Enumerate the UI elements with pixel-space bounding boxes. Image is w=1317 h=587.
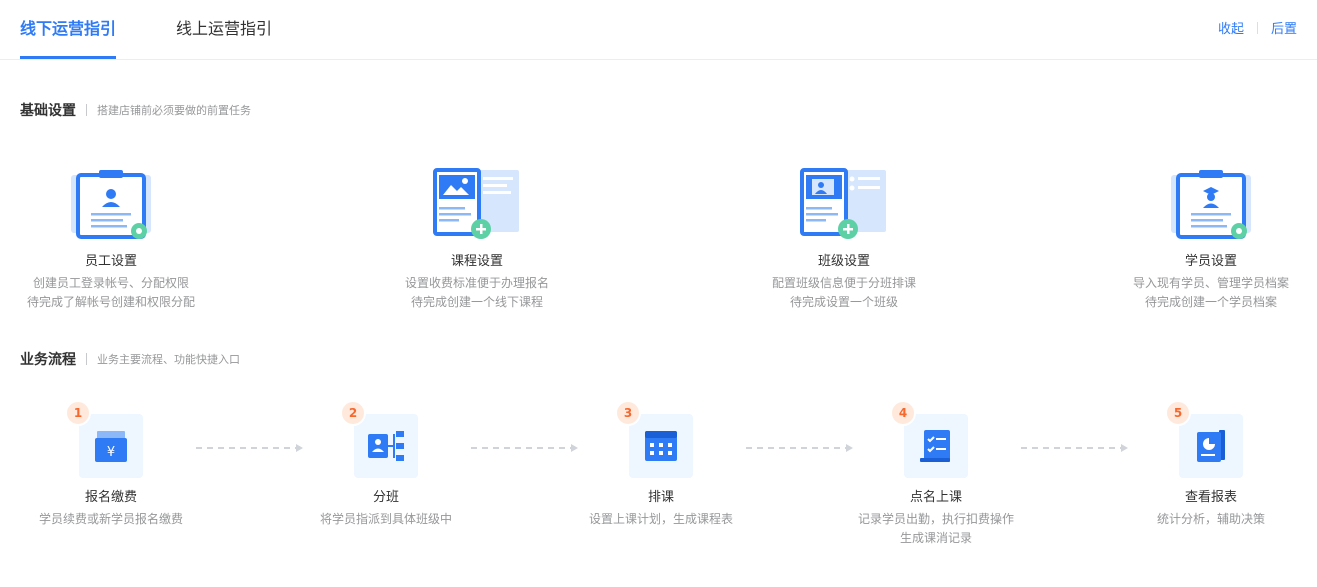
active-tab-indicator [20,56,116,59]
setup-card-staff[interactable]: 员工设置 创建员工登录帐号、分配权限 待完成了解帐号创建和权限分配 [0,165,241,312]
setup-card-class[interactable]: 班级设置 配置班级信息便于分班排课 待完成设置一个班级 [714,165,974,312]
card-title: 班级设置 [817,254,870,269]
card-title: 学员设置 [1184,254,1237,269]
course-image-icon [427,165,527,241]
step-desc-line2: 生成课消记录 [899,531,972,545]
business-flow-header: 业务流程 业务主要流程、功能快捷入口 [20,349,240,369]
top-actions: 收起 后置 [1218,18,1297,37]
step-number: 3 [615,400,641,426]
flow-step-enroll-pay[interactable]: 1 ¥ 报名缴费 学员续费或新学员报名缴费 [0,400,241,529]
section-title: 业务流程 [20,352,76,368]
step-title: 排课 [647,490,674,505]
assign-class-icon: 2 [340,400,418,478]
basic-setup-header: 基础设置 搭建店铺前必须要做的前置任务 [20,100,251,120]
step-title: 点名上课 [909,490,962,505]
card-desc: 创建员工登录帐号、分配权限 [32,276,189,290]
section-desc: 业务主要流程、功能快捷入口 [97,353,240,366]
staff-clipboard-icon [61,165,161,241]
card-status: 待完成了解帐号创建和权限分配 [26,295,195,309]
flow-step-schedule[interactable]: 3 排课 设置上课计划，生成课程表 [531,400,791,529]
card-desc: 导入现有学员、管理学员档案 [1132,276,1289,290]
card-desc: 设置收费标准便于办理报名 [404,276,549,290]
step-number: 5 [1165,400,1191,426]
card-title: 员工设置 [84,254,137,269]
card-status: 待完成创建一个线下课程 [410,295,543,309]
roll-call-icon: 4 [890,400,968,478]
step-number: 4 [890,400,916,426]
payment-box-icon: 1 ¥ [65,400,143,478]
section-desc: 搭建店铺前必须要做的前置任务 [97,104,251,117]
card-status: 待完成设置一个班级 [789,295,898,309]
step-title: 报名缴费 [84,490,137,505]
step-desc: 将学员指派到具体班级中 [319,512,452,526]
section-divider [86,353,87,365]
svg-text:¥: ¥ [107,445,115,460]
setup-card-student[interactable]: 学员设置 导入现有学员、管理学员档案 待完成创建一个学员档案 [1081,165,1317,312]
card-status: 待完成创建一个学员档案 [1144,295,1277,309]
step-desc: 设置上课计划，生成课程表 [588,512,733,526]
flow-step-assign-class[interactable]: 2 分班 将学员指派到具体班级中 [256,400,516,529]
step-title: 分班 [372,490,399,505]
tab-offline-guide[interactable]: 线下运营指引 [20,18,116,40]
collapse-button[interactable]: 收起 [1218,18,1244,37]
pin-bottom-button[interactable]: 后置 [1271,18,1297,37]
step-title: 查看报表 [1184,490,1237,505]
setup-card-course[interactable]: 课程设置 设置收费标准便于办理报名 待完成创建一个线下课程 [347,165,607,312]
section-divider [86,104,87,116]
card-desc: 配置班级信息便于分班排课 [771,276,916,290]
step-desc: 记录学员出勤，执行扣费操作 [857,512,1014,526]
flow-step-roll-call[interactable]: 4 点名上课 记录学员出勤，执行扣费操作 生成课消记录 [806,400,1066,548]
tab-online-guide[interactable]: 线上运营指引 [176,18,272,40]
step-desc: 统计分析，辅助决策 [1156,512,1265,526]
top-tab-bar: 线下运营指引 线上运营指引 收起 后置 [0,0,1317,60]
step-number: 2 [340,400,366,426]
flow-step-reports[interactable]: 5 查看报表 统计分析，辅助决策 [1081,400,1317,529]
student-clipboard-icon [1161,165,1261,241]
card-title: 课程设置 [450,254,503,269]
report-chart-icon: 5 [1165,400,1243,478]
calendar-icon: 3 [615,400,693,478]
action-divider [1256,21,1258,34]
class-board-icon [794,165,894,241]
step-number: 1 [65,400,91,426]
section-title: 基础设置 [20,103,76,119]
step-desc: 学员续费或新学员报名缴费 [38,512,183,526]
